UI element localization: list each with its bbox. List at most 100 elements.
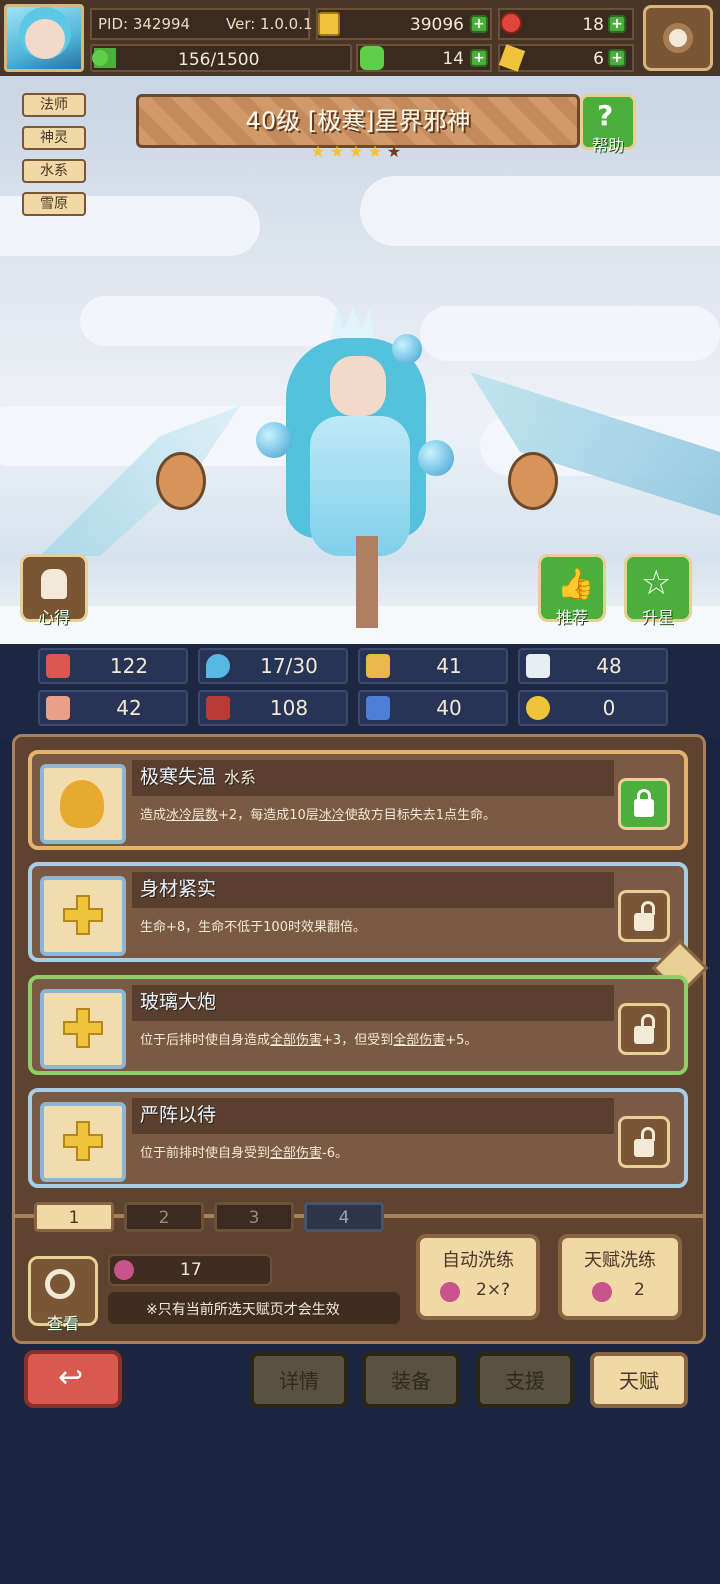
- help-label: 帮助: [591, 136, 624, 155]
- talent-type: 水系: [224, 768, 257, 787]
- talent-name: 身材紧实: [140, 878, 217, 900]
- star-rating: ★ ★ ★ ★ ★: [310, 144, 406, 164]
- talent-icon-slot: [40, 1102, 126, 1182]
- lock-open-icon: [634, 1026, 654, 1044]
- talent-desc: 位于后排时使自身造成全部伤害+3，但受到全部伤害+5。: [140, 1033, 478, 1048]
- talent-card-2[interactable]: 身材紧实 生命+8，生命不低于100时效果翻倍。: [28, 862, 688, 962]
- empty-talent-cross-icon: [63, 895, 103, 935]
- thumbs-up-icon: 👍: [557, 567, 595, 602]
- equip-slot-right[interactable]: [508, 452, 558, 510]
- unlock-button[interactable]: [618, 1003, 670, 1055]
- hero-title-plate: 40级 [极寒]星界邪神: [136, 94, 580, 148]
- unlock-button[interactable]: [618, 890, 670, 942]
- tag-element: 水系: [22, 159, 86, 183]
- stat-move: 40: [358, 690, 508, 726]
- player-id: PID: 342994: [98, 15, 191, 33]
- star-icon: ★: [348, 142, 364, 161]
- talent-page-tab-2[interactable]: 2: [124, 1202, 204, 1232]
- star-up-label: 升星: [641, 608, 674, 627]
- view-label: 查看: [46, 1314, 79, 1333]
- tab-support[interactable]: 支援: [476, 1352, 574, 1408]
- gold-coin-icon: [318, 12, 340, 36]
- empty-talent-cross-icon: [63, 1008, 103, 1048]
- clover-value: 14: [442, 49, 464, 69]
- page-note: ※只有当前所选天赋页才会生效: [146, 1302, 340, 1318]
- add-gold-button[interactable]: +: [470, 15, 488, 33]
- empty-star-icon: ★: [386, 142, 402, 161]
- tag-race: 神灵: [22, 126, 86, 150]
- player-avatar[interactable]: [4, 4, 84, 72]
- talent-card-1[interactable]: 极寒失温 水系 造成冰冷层数+2，每造成10层冰冷使敌方目标失去1点生命。: [28, 750, 688, 850]
- water-drop-icon: [206, 654, 230, 678]
- auto-reroll-cost: 2×?: [476, 1280, 511, 1300]
- potion-count: 17: [180, 1260, 202, 1280]
- equip-slot-left[interactable]: [156, 452, 206, 510]
- ruby-icon: [500, 12, 522, 34]
- stat-mana: 17/30: [198, 648, 348, 684]
- talent-name: 玻璃大炮: [140, 991, 217, 1013]
- talent-reroll-button[interactable]: 天赋洗练 2: [558, 1234, 682, 1320]
- horseshoe-icon: [526, 696, 550, 720]
- insight-label: 心得: [37, 608, 70, 627]
- game-version: Ver: 1.0.0.1: [226, 15, 313, 33]
- talent-page-tab-3[interactable]: 3: [214, 1202, 294, 1232]
- lock-button[interactable]: [618, 778, 670, 830]
- ticket-value: 6: [593, 49, 604, 69]
- add-ticket-button[interactable]: +: [608, 49, 626, 67]
- question-icon: ?: [597, 99, 614, 132]
- avatar-face: [25, 19, 65, 59]
- orb-top: [392, 334, 422, 364]
- star-icon: ★: [310, 142, 326, 161]
- hero-leg: [356, 536, 378, 628]
- stat-speed: 48: [518, 648, 668, 684]
- add-gem-button[interactable]: +: [608, 15, 626, 33]
- wing-icon: [526, 654, 550, 678]
- magnifier-icon: [45, 1269, 75, 1299]
- star-icon: ★: [367, 142, 383, 161]
- stat-other: 0: [518, 690, 668, 726]
- stat-defense: 41: [358, 648, 508, 684]
- star-icon: ★: [329, 142, 345, 161]
- star-outline-icon: ☆: [641, 563, 672, 603]
- settings-button[interactable]: [643, 5, 713, 71]
- add-clover-button[interactable]: +: [470, 49, 488, 67]
- talent-name: 严阵以待: [140, 1104, 217, 1126]
- talent-card-3[interactable]: 玻璃大炮 位于后排时使自身造成全部伤害+3，但受到全部伤害+5。: [28, 975, 688, 1075]
- clover-icon: [360, 46, 384, 70]
- spellbook-icon: [206, 696, 230, 720]
- back-button[interactable]: ↩: [24, 1350, 122, 1408]
- gem-value: 18: [582, 15, 604, 35]
- orb-left: [256, 422, 292, 458]
- talent-reroll-cost: 2: [634, 1280, 645, 1300]
- talent-name: 极寒失温: [140, 766, 217, 788]
- talent-desc: 生命+8，生命不低于100时效果翻倍。: [140, 920, 366, 935]
- tab-details[interactable]: 详情: [250, 1352, 348, 1408]
- talent-desc: 造成冰冷层数+2，每造成10层冰冷使敌方目标失去1点生命。: [140, 808, 497, 823]
- talent-page-tab-1[interactable]: 1: [34, 1202, 114, 1232]
- shield-icon: [366, 654, 390, 678]
- exp-value: 156/1500: [178, 50, 260, 70]
- auto-reroll-button[interactable]: 自动洗练 2×?: [416, 1234, 540, 1320]
- tab-talent[interactable]: 天赋: [590, 1352, 688, 1408]
- heart-icon: [46, 654, 70, 678]
- hero-face: [330, 356, 386, 416]
- talent-card-4[interactable]: 严阵以待 位于前排时使自身受到全部伤害-6。: [28, 1088, 688, 1188]
- frost-flame-icon: [60, 780, 104, 828]
- talent-icon-slot: [40, 876, 126, 956]
- auto-reroll-label: 自动洗练: [442, 1250, 514, 1271]
- tag-class: 法师: [22, 93, 86, 117]
- tab-equipment[interactable]: 装备: [362, 1352, 460, 1408]
- hero-title: 40级 [极寒]星界邪神: [245, 107, 471, 135]
- helmet-icon: [41, 569, 67, 599]
- potion-icon: [592, 1282, 612, 1302]
- tag-terrain: 雪原: [22, 192, 86, 216]
- exp-icon: [92, 50, 108, 66]
- talent-desc: 位于前排时使自身受到全部伤害-6。: [140, 1146, 348, 1161]
- stat-attack: 42: [38, 690, 188, 726]
- talent-page-tab-4[interactable]: 4: [304, 1202, 384, 1232]
- orb-right: [418, 440, 454, 476]
- recommend-label: 推荐: [555, 608, 588, 627]
- unlock-button[interactable]: [618, 1116, 670, 1168]
- hero-dress: [310, 416, 410, 556]
- talent-icon-slot: [40, 764, 126, 844]
